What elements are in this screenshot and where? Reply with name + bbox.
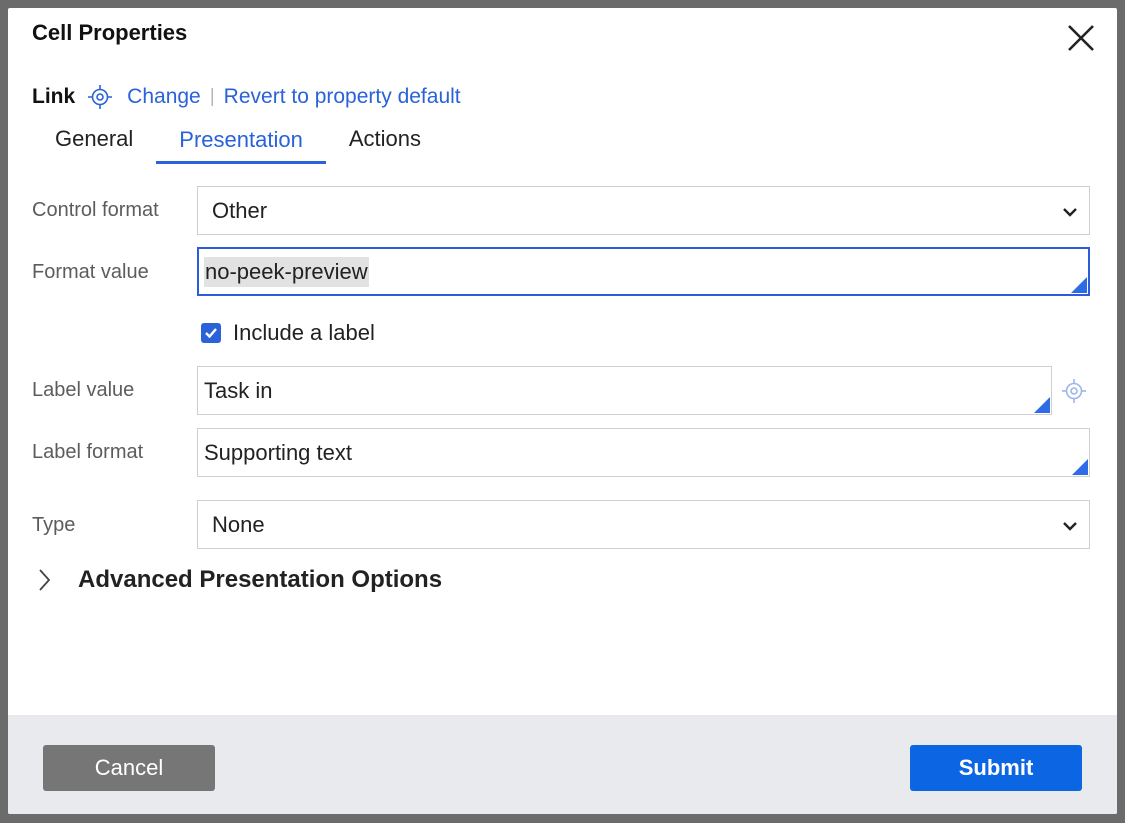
control-format-value: Other	[212, 197, 268, 223]
chevron-down-icon	[1063, 521, 1077, 531]
control-format-label: Control format	[32, 199, 159, 221]
link-separator: |	[209, 86, 215, 107]
label-value-label: Label value	[32, 379, 135, 401]
change-link[interactable]: Change	[127, 85, 201, 109]
type-value: None	[212, 511, 265, 537]
format-value-text: no-peek-preview	[204, 256, 369, 287]
include-label-text: Include a label	[233, 320, 375, 345]
type-label: Type	[32, 514, 76, 536]
advanced-presentation-label: Advanced Presentation Options	[78, 566, 443, 593]
chevron-right-icon	[39, 569, 51, 591]
label-value-input[interactable]: Task in	[197, 366, 1052, 415]
link-row: Link Change | Revert to property default	[32, 82, 461, 112]
label-format-text: Supporting text	[204, 439, 352, 465]
format-value-label: Format value	[32, 261, 149, 283]
revert-link[interactable]: Revert to property default	[224, 85, 461, 109]
label-format-label: Label format	[32, 441, 144, 463]
include-label-row: Include a label	[201, 319, 375, 347]
dialog-title: Cell Properties	[32, 20, 188, 45]
tab-general[interactable]: General	[32, 116, 156, 164]
resize-handle[interactable]	[1034, 397, 1050, 413]
close-icon[interactable]	[1061, 18, 1101, 58]
control-format-select[interactable]: Other	[197, 186, 1090, 235]
submit-button[interactable]: Submit	[910, 745, 1082, 791]
link-label: Link	[32, 85, 76, 108]
check-icon	[205, 328, 217, 339]
resize-handle[interactable]	[1072, 459, 1088, 475]
advanced-presentation-toggle[interactable]: Advanced Presentation Options	[36, 563, 442, 597]
dialog-footer: Cancel Submit	[8, 715, 1117, 814]
label-value-text: Task in	[204, 377, 273, 403]
include-label-checkbox[interactable]	[201, 323, 221, 343]
cell-properties-dialog: Cell Properties Link Change | Revert to …	[8, 8, 1117, 814]
type-select[interactable]: None	[197, 500, 1090, 549]
label-format-input[interactable]: Supporting text	[197, 428, 1090, 477]
format-value-input[interactable]: no-peek-preview	[197, 247, 1090, 296]
tab-presentation[interactable]: Presentation	[156, 116, 326, 164]
chevron-down-icon	[1063, 207, 1077, 217]
target-icon	[88, 85, 113, 109]
cancel-button[interactable]: Cancel	[43, 745, 215, 791]
tab-bar: General Presentation Actions	[32, 116, 444, 164]
target-icon[interactable]	[1061, 378, 1087, 404]
resize-handle[interactable]	[1071, 277, 1087, 293]
tab-actions[interactable]: Actions	[326, 116, 444, 164]
